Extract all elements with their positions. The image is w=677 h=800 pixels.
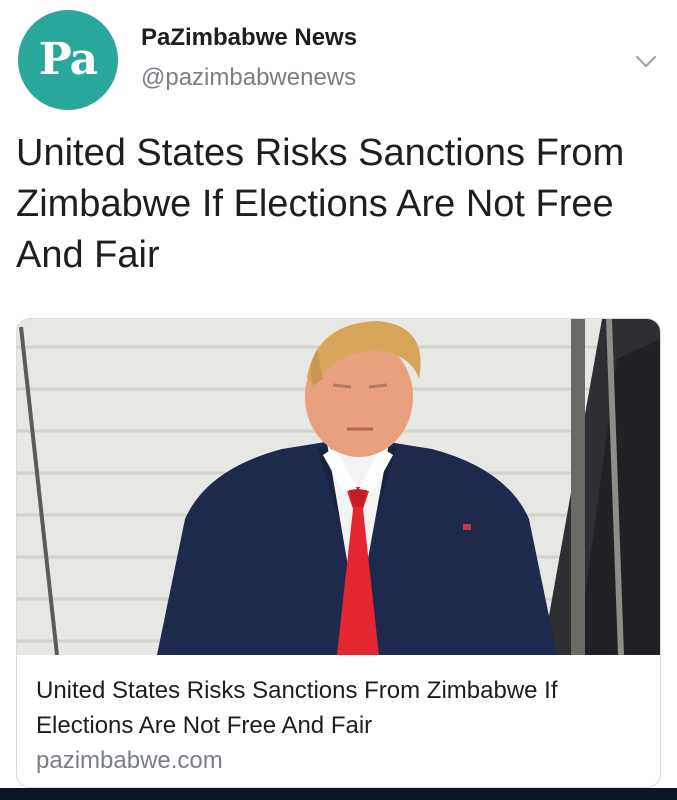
avatar-logo-text: Pa [38, 33, 98, 85]
link-card[interactable]: United States Risks Sanctions From Zimba… [16, 318, 661, 788]
chevron-down-icon[interactable] [634, 54, 658, 70]
card-image[interactable] [17, 319, 660, 655]
card-photo [17, 319, 660, 655]
avatar[interactable]: Pa [18, 10, 118, 110]
tweet: Pa PaZimbabwe News @pazimbabwenews Unite… [0, 0, 677, 788]
card-title[interactable]: United States Risks Sanctions From Zimba… [36, 673, 646, 743]
display-name[interactable]: PaZimbabwe News [141, 24, 357, 52]
tweet-text: United States Risks Sanctions From Zimba… [16, 132, 625, 276]
card-domain[interactable]: pazimbabwe.com [36, 747, 223, 775]
user-handle[interactable]: @pazimbabwenews [141, 64, 356, 92]
bottom-bar [0, 788, 677, 800]
